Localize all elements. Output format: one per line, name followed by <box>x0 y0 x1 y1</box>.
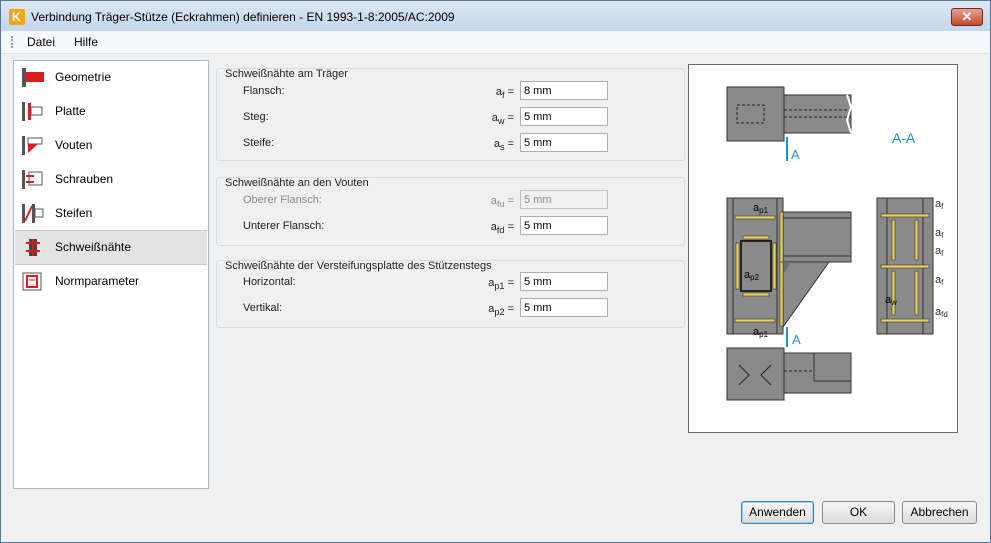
lower-flange-symbol: afd = <box>490 221 514 236</box>
nav-item-haunches[interactable]: Vouten <box>15 129 207 162</box>
weld-label-af-1: af <box>935 198 944 211</box>
nav-item-label: Vouten <box>55 138 93 152</box>
section-title: A-A <box>892 130 916 146</box>
haunch-icon <box>22 136 43 155</box>
horizontal-weld-input[interactable] <box>520 272 608 291</box>
top-view: A A-A <box>726 86 916 162</box>
menu-bar: Datei Hilfe <box>1 31 990 54</box>
menu-file[interactable]: Datei <box>27 35 55 49</box>
weld-label-af-4: af <box>935 274 944 287</box>
weld-label-afd: afd <box>935 306 948 319</box>
nav-item-label: Schweißnähte <box>55 240 132 254</box>
geometry-icon <box>22 68 44 87</box>
nav-item-plate[interactable]: Platte <box>15 95 207 128</box>
group-title: Schweißnähte der Versteifungsplatte des … <box>225 260 492 272</box>
stiffeners-icon <box>22 204 44 223</box>
nav-item-label: Normparameter <box>55 274 140 288</box>
weld-diagram: A A-A ap1 ap2 ap1 A aw af af af af afd <box>726 86 948 401</box>
upper-flange-weld-input <box>520 190 608 209</box>
group-title: Schweißnähte am Träger <box>225 68 348 80</box>
elevation-view: ap1 ap2 ap1 A <box>726 197 852 347</box>
flange-label: Flansch: <box>243 85 285 97</box>
cancel-button[interactable]: Abbrechen <box>902 501 977 524</box>
nav-item-label: Platte <box>55 104 86 118</box>
close-button[interactable]: ✕ <box>951 8 983 26</box>
nav-item-code-parameters[interactable]: Normparameter <box>15 265 207 298</box>
weld-label-af-2: af <box>935 227 944 240</box>
weld-label-af-3: af <box>935 245 944 258</box>
menu-grip-icon <box>11 36 16 48</box>
navigation-list: Geometrie Platte Vouten Schrauben Steife… <box>13 60 209 489</box>
nav-item-welds[interactable]: Schweißnähte <box>15 230 207 265</box>
nav-item-geometry[interactable]: Geometrie <box>15 61 207 94</box>
title-bar: Verbindung Träger-Stütze (Eckrahmen) def… <box>1 1 990 31</box>
haunch-welds-group: Schweißnähte an den Vouten Oberer Flansc… <box>216 177 685 246</box>
horizontal-label: Horizontal: <box>243 276 296 288</box>
web-plate-welds-group: Schweißnähte der Versteifungsplatte des … <box>216 260 685 328</box>
web-weld-input[interactable] <box>520 107 608 126</box>
plate-icon <box>22 102 43 121</box>
section-view: aw af af af af afd <box>876 197 948 335</box>
stiffener-symbol: as = <box>493 138 514 153</box>
section-mark-top: A <box>791 147 800 162</box>
nav-item-label: Steifen <box>55 206 93 220</box>
vertical-label: Vertikal: <box>243 302 283 314</box>
upper-flange-symbol: afu = <box>490 195 514 210</box>
bolts-icon <box>22 170 43 189</box>
nav-item-label: Geometrie <box>55 70 112 84</box>
welds-icon <box>26 239 40 256</box>
upper-flange-label: Oberer Flansch: <box>243 194 322 206</box>
stiffener-weld-input[interactable] <box>520 133 608 152</box>
vertical-weld-input[interactable] <box>520 298 608 317</box>
lower-flange-weld-input[interactable] <box>520 216 608 235</box>
menu-help[interactable]: Hilfe <box>74 35 98 49</box>
dialog-window: Verbindung Träger-Stütze (Eckrahmen) def… <box>0 0 991 543</box>
apply-button[interactable]: Anwenden <box>741 501 814 524</box>
horizontal-symbol: ap1 = <box>488 277 514 292</box>
bottom-view <box>726 347 852 401</box>
web-label: Steg: <box>243 111 269 123</box>
connection-preview: A A-A ap1 ap2 ap1 A aw af af af af afd <box>688 64 958 433</box>
code-parameters-icon <box>22 272 42 291</box>
stiffener-label: Steife: <box>243 137 275 149</box>
section-mark-bottom: A <box>792 332 801 347</box>
nav-item-bolts[interactable]: Schrauben <box>15 163 207 196</box>
beam-welds-group: Schweißnähte am Träger Flansch: af = Ste… <box>216 68 685 161</box>
flange-symbol: af = <box>495 86 514 101</box>
vertical-symbol: ap2 = <box>488 303 514 318</box>
window-title: Verbindung Träger-Stütze (Eckrahmen) def… <box>31 10 455 24</box>
flange-weld-input[interactable] <box>520 81 608 100</box>
app-icon <box>9 9 25 25</box>
group-title: Schweißnähte an den Vouten <box>225 177 369 189</box>
ok-button[interactable]: OK <box>822 501 895 524</box>
lower-flange-label: Unterer Flansch: <box>243 220 325 232</box>
right-labels: af af af af afd <box>935 198 948 319</box>
nav-item-stiffeners[interactable]: Steifen <box>15 197 207 230</box>
nav-item-label: Schrauben <box>55 172 114 186</box>
web-symbol: aw = <box>491 112 514 127</box>
